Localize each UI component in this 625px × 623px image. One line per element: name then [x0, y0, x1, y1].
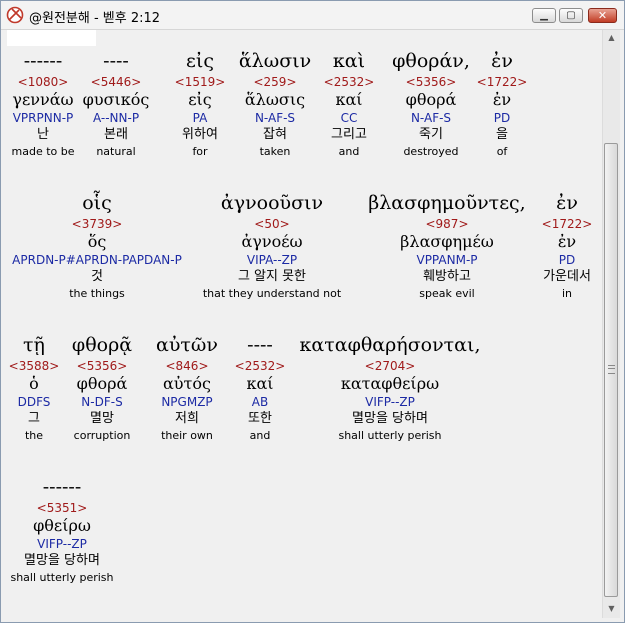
maximize-button[interactable]: ▢	[559, 8, 583, 23]
close-icon: ✕	[597, 9, 608, 22]
vertical-scrollbar[interactable]: ▲ ▼	[602, 30, 620, 618]
strong-number: <1722>	[541, 217, 593, 231]
greek-word: ------	[42, 476, 82, 498]
korean-gloss: 멸망을 당하며	[352, 411, 428, 426]
lemma-form: φθείρω	[33, 516, 91, 535]
word-column[interactable]: ἐν <1722> ἐν PD 을 of	[392, 50, 612, 159]
maximize-icon: ▢	[566, 10, 576, 21]
resize-grip[interactable]	[602, 618, 620, 622]
word-column[interactable]: καταφθαρήσονται, <2704> καταφθείρω VIFP--ZP…	[280, 334, 500, 443]
english-gloss: shall utterly perish	[338, 429, 442, 442]
interlinear-panel: ------ <1080> γεννάω VPRPNN-P 난 made to be ---…	[7, 30, 602, 618]
greek-word: ἐν	[491, 50, 513, 72]
english-gloss: shall utterly perish	[10, 571, 114, 584]
greek-word: καταφθαρήσονται,	[299, 334, 481, 356]
minimize-icon: ▁	[540, 10, 548, 21]
lemma-form: ἐν	[492, 90, 512, 109]
scroll-thumb[interactable]	[604, 143, 618, 597]
korean-gloss: 가운데서	[543, 269, 591, 284]
parsing-code: VIFP--ZP	[365, 395, 415, 409]
app-logo-icon	[6, 6, 24, 24]
word-column[interactable]: ἐν <1722> ἐν PD 가운데서 in	[457, 192, 624, 301]
minimize-button[interactable]: ▁	[532, 8, 556, 23]
strong-number: <5351>	[36, 501, 88, 515]
word-column[interactable]: ------ <5351> φθείρω VIFP--ZP 멸망을 당하며 shall u…	[1, 476, 172, 585]
english-gloss: of	[496, 145, 508, 158]
parsing-code: PD	[493, 111, 511, 125]
close-button[interactable]: ✕	[588, 8, 617, 23]
greek-word: ἐν	[556, 192, 578, 214]
window-title: @원전분해 - 벧후 2:12	[29, 11, 161, 26]
parsing-code: VIFP--ZP	[37, 537, 87, 551]
scroll-up-arrow-icon[interactable]: ▲	[603, 30, 620, 46]
strong-number: <2704>	[364, 359, 416, 373]
app-window: @원전분해 - 벧후 2:12 ▁ ▢ ✕ ------ <1080> γεννάω…	[0, 0, 625, 623]
scroll-down-arrow-icon[interactable]: ▼	[603, 601, 620, 617]
header-blank-cell	[7, 30, 96, 46]
english-gloss: in	[561, 287, 573, 300]
title-bar[interactable]: @원전분해 - 벧후 2:12 ▁ ▢ ✕	[1, 1, 624, 30]
lemma-form: καταφθείρω	[340, 374, 440, 393]
lemma-form: ἐν	[557, 232, 577, 251]
parsing-code: PD	[558, 253, 576, 267]
korean-gloss: 을	[496, 127, 508, 142]
strong-number: <1722>	[476, 75, 528, 89]
grip-icon	[608, 365, 615, 374]
korean-gloss: 멸망을 당하며	[24, 553, 100, 568]
